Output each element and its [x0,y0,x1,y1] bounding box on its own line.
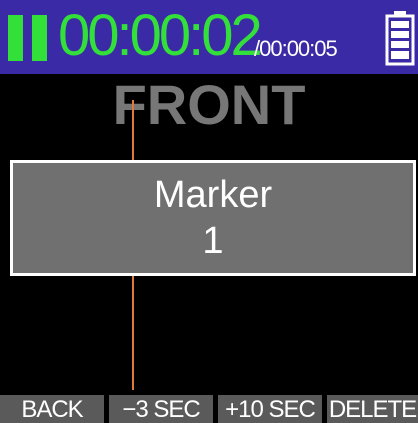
rewind-3-sec-button[interactable]: −3 SEC [109,395,213,423]
softkey-bar: BACK −3 SEC +10 SEC DELETE [0,395,418,423]
marker-dialog: Marker 1 [10,160,416,276]
back-button[interactable]: BACK [0,395,104,423]
elapsed-time: 00:00:02 [58,3,263,68]
track-name: FRONT [112,73,306,136]
status-bar: 00:00:02 /00:00:05 [0,0,418,74]
pause-icon [8,15,48,61]
marker-title: Marker [153,174,273,216]
battery-icon [385,11,415,66]
forward-10-sec-button[interactable]: +10 SEC [218,395,322,423]
delete-button[interactable]: DELETE [327,395,418,423]
total-time: /00:00:05 [254,36,338,61]
marker-number: 1 [202,220,224,262]
